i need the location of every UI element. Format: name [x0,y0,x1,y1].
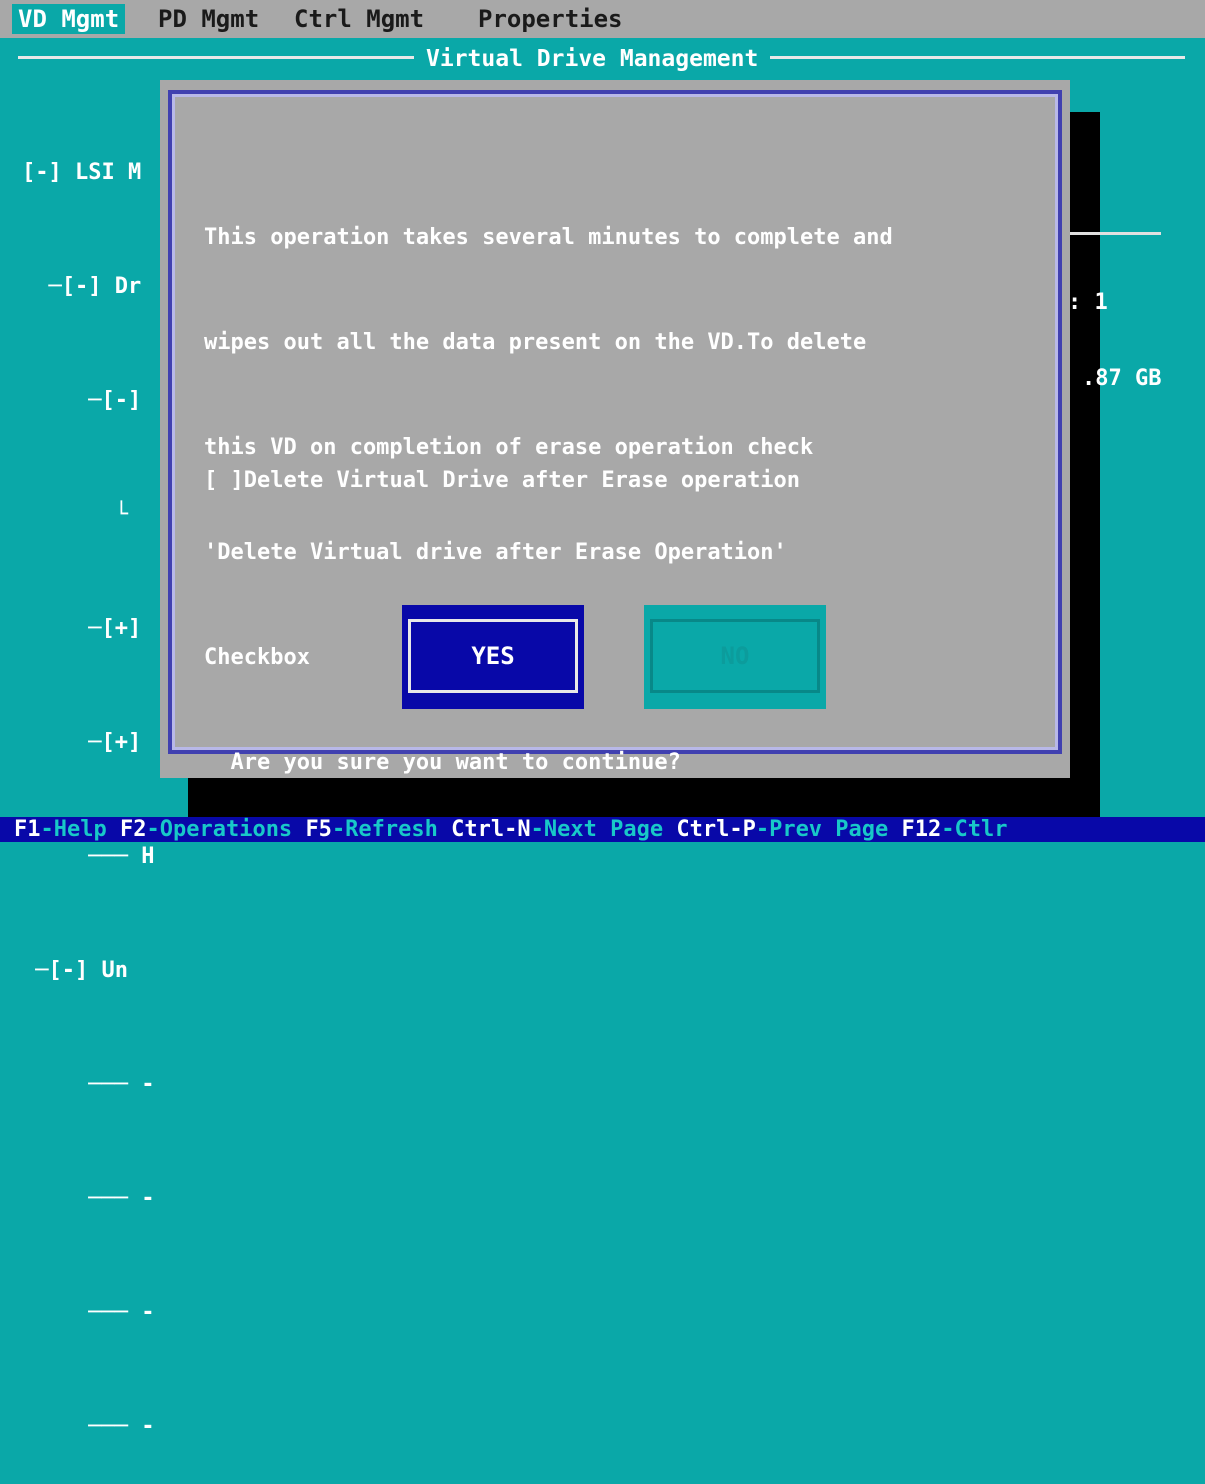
yes-button-label: YES [408,619,578,693]
hotkey-f2[interactable]: F2 [120,817,147,842]
dialog-message: This operation takes several minutes to … [204,150,893,850]
hotkey-f5-desc: -Refresh [331,817,452,842]
tree-node-drives[interactable]: ─[+] [22,610,154,648]
dialog-message-line: this VD on completion of erase operation… [204,435,814,460]
tree-node-controller[interactable]: [-] LSI M [22,154,154,192]
hotkey-ctrl-n[interactable]: Ctrl-N [451,817,530,842]
tree-node-unconfigured[interactable]: ─[-] Un [22,952,154,990]
drive-tree: [-] LSI M ─[-] Dr ─[-] └ ─[+] ─[+] ─── H… [22,78,154,1484]
background-count-value: : 1 [1068,290,1108,315]
hotkey-ctrl-n-desc: -Next Page [530,817,677,842]
properties-divider [1068,232,1161,235]
tree-node-available-size[interactable]: ─[+] [22,724,154,762]
hotkey-f1-desc: -Help [40,817,120,842]
yes-button[interactable]: YES [402,605,584,709]
menu-vd-mgmt[interactable]: VD Mgmt [12,4,126,34]
tree-node-drive-group[interactable]: ─[-] Dr [22,268,154,306]
tree-node-unconfigured-drive[interactable]: ─── - [22,1180,154,1218]
dialog-message-line: This operation takes several minutes to … [204,225,893,250]
hotkey-ctrl-p-desc: -Prev Page [755,817,902,842]
tree-node-unconfigured-drive[interactable]: ─── - [22,1066,154,1104]
hotkey-ctrl-p[interactable]: Ctrl-P [676,817,755,842]
menu-pd-mgmt[interactable]: PD Mgmt [158,4,259,34]
dialog-message-line: wipes out all the data present on the VD… [204,330,867,355]
delete-vd-checkbox-row[interactable]: [ ]Delete Virtual Drive after Erase oper… [204,468,800,493]
hotkey-f5[interactable]: F5 [305,817,332,842]
hotkey-f12[interactable]: F12 [902,817,942,842]
delete-vd-checkbox-label: Delete Virtual Drive after Erase operati… [243,468,801,493]
hotkey-bar: F1-Help F2-Operations F5-Refresh Ctrl-N-… [0,817,1205,842]
erase-confirm-dialog: This operation takes several minutes to … [160,80,1070,778]
tree-node-vd-child[interactable]: └ [22,496,154,534]
delete-vd-checkbox[interactable]: [ ] [204,468,244,493]
menu-bar: VD Mgmt PD Mgmt Ctrl Mgmt Properties [0,0,1205,38]
hotkey-f2-desc: -Operations [146,817,306,842]
tree-node-virtual-drives[interactable]: ─[-] [22,382,154,420]
dialog-question: Are you sure you want to continue? [204,750,681,775]
tree-node-unconfigured-drive[interactable]: ─── - [22,1408,154,1446]
background-size-value: .87 GB [1082,366,1162,391]
tree-node-unconfigured-drive[interactable]: ─── - [22,1294,154,1332]
no-button[interactable]: NO [644,605,826,709]
no-button-label: NO [650,619,820,693]
dialog-message-line: 'Delete Virtual drive after Erase Operat… [204,540,787,565]
hotkey-f12-desc: -Ctlr [941,817,1008,842]
hotkey-f1[interactable]: F1 [14,817,41,842]
menu-properties[interactable]: Properties [478,4,623,34]
tree-node-hotspare[interactable]: ─── H [22,838,154,876]
menu-ctrl-mgmt[interactable]: Ctrl Mgmt [294,4,424,34]
panel-title: Virtual Drive Management [414,44,771,74]
